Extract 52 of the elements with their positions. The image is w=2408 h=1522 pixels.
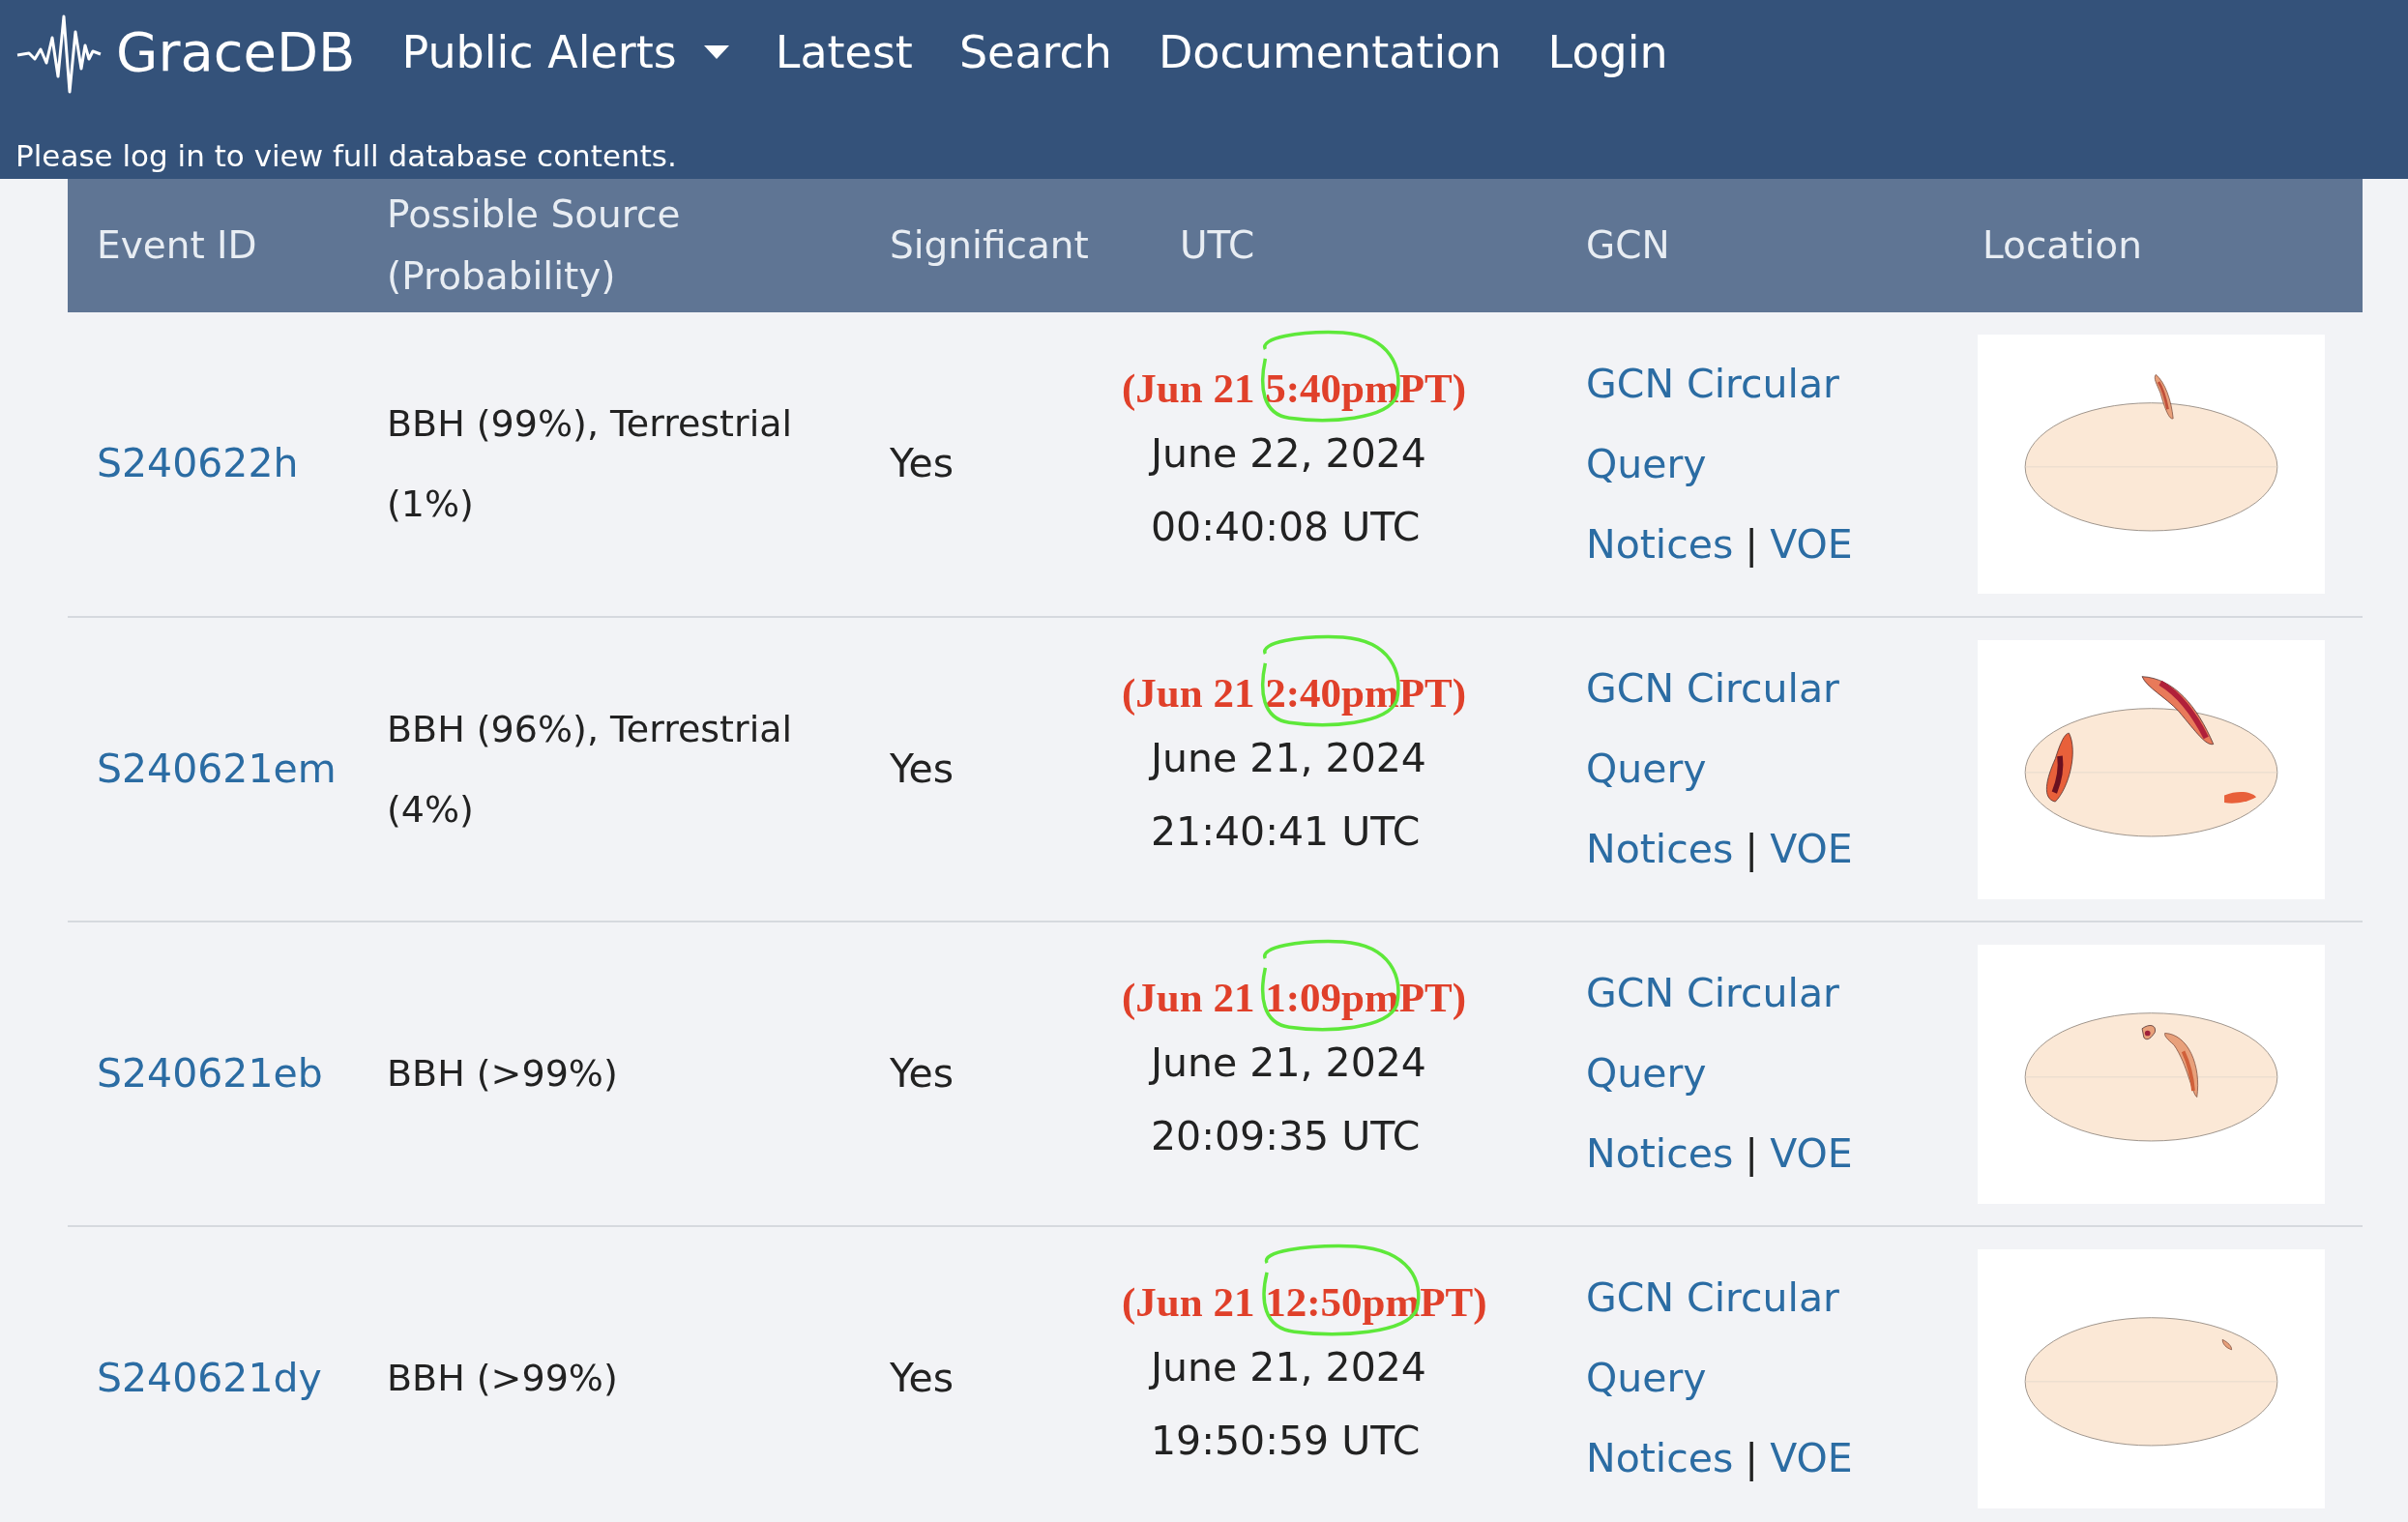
utc-time: 00:40:08 UTC <box>1151 502 1421 552</box>
query-link[interactable]: Query <box>1586 1338 1707 1419</box>
voe-link[interactable]: VOE <box>1770 809 1853 890</box>
event-link[interactable]: S240621eb <box>97 1049 323 1097</box>
separator-text: | <box>1745 1129 1759 1179</box>
source-text: BBH (>99%) <box>387 1356 619 1401</box>
utc-date: June 21, 2024 <box>1151 734 1426 783</box>
column-header: UTC <box>1151 179 1557 312</box>
source-text: BBH (99%), Terrestrial (1%) <box>387 401 794 527</box>
utc-time: 20:09:35 UTC <box>1151 1112 1421 1161</box>
utc-date: June 21, 2024 <box>1151 1343 1426 1392</box>
gcn-circular-link[interactable]: GCN Circular <box>1586 649 1839 729</box>
utc-time: 21:40:41 UTC <box>1151 807 1421 857</box>
utc-date: June 22, 2024 <box>1151 428 1426 479</box>
column-header: Significant <box>861 179 1151 312</box>
source-text: BBH (96%), Terrestrial (4%) <box>387 706 794 833</box>
significant-text: Yes <box>890 1354 954 1401</box>
notices-link[interactable]: Notices <box>1586 809 1734 890</box>
voe-link[interactable]: VOE <box>1770 1114 1853 1194</box>
gcn-circular-link[interactable]: GCN Circular <box>1586 953 1839 1034</box>
notices-link[interactable]: Notices <box>1586 1114 1734 1194</box>
separator-text: | <box>1745 825 1759 874</box>
gcn-circular-link[interactable]: GCN Circular <box>1586 1258 1839 1338</box>
brand-link[interactable]: GraceDB <box>15 8 356 96</box>
event-link[interactable]: S240621dy <box>97 1354 322 1401</box>
nav-link[interactable]: Search <box>958 29 1112 74</box>
login-notice: Please log in to view full database contents. <box>15 141 677 175</box>
separator-text: | <box>1745 1434 1759 1483</box>
column-header: GCN <box>1557 179 1953 312</box>
voe-link[interactable]: VOE <box>1770 504 1853 585</box>
event-link[interactable]: S240621em <box>97 745 337 792</box>
column-header: Possible Source (Probability) <box>358 179 861 312</box>
significant-text: Yes <box>890 1049 954 1097</box>
column-header: Event ID <box>68 179 358 312</box>
notices-link[interactable]: Notices <box>1586 1419 1734 1499</box>
notices-link[interactable]: Notices <box>1586 504 1734 585</box>
query-link[interactable]: Query <box>1586 729 1707 809</box>
significant-text: Yes <box>890 440 954 487</box>
query-link[interactable]: Query <box>1586 1034 1707 1114</box>
gcn-circular-link[interactable]: GCN Circular <box>1586 343 1839 424</box>
utc-time: 19:50:59 UTC <box>1151 1417 1421 1466</box>
nav-link[interactable]: Latest <box>775 29 913 74</box>
utc-date: June 21, 2024 <box>1151 1039 1426 1088</box>
voe-link[interactable]: VOE <box>1770 1419 1853 1499</box>
event-link[interactable]: S240622h <box>97 440 299 487</box>
column-header: Location <box>1953 179 2363 312</box>
source-text: BBH (>99%) <box>387 1051 619 1097</box>
nav-link[interactable]: Documentation <box>1158 29 1502 74</box>
significant-text: Yes <box>890 745 954 792</box>
nav-dropdown[interactable]: Public Alerts <box>401 29 729 74</box>
query-link[interactable]: Query <box>1586 424 1707 505</box>
separator-text: | <box>1745 519 1759 570</box>
